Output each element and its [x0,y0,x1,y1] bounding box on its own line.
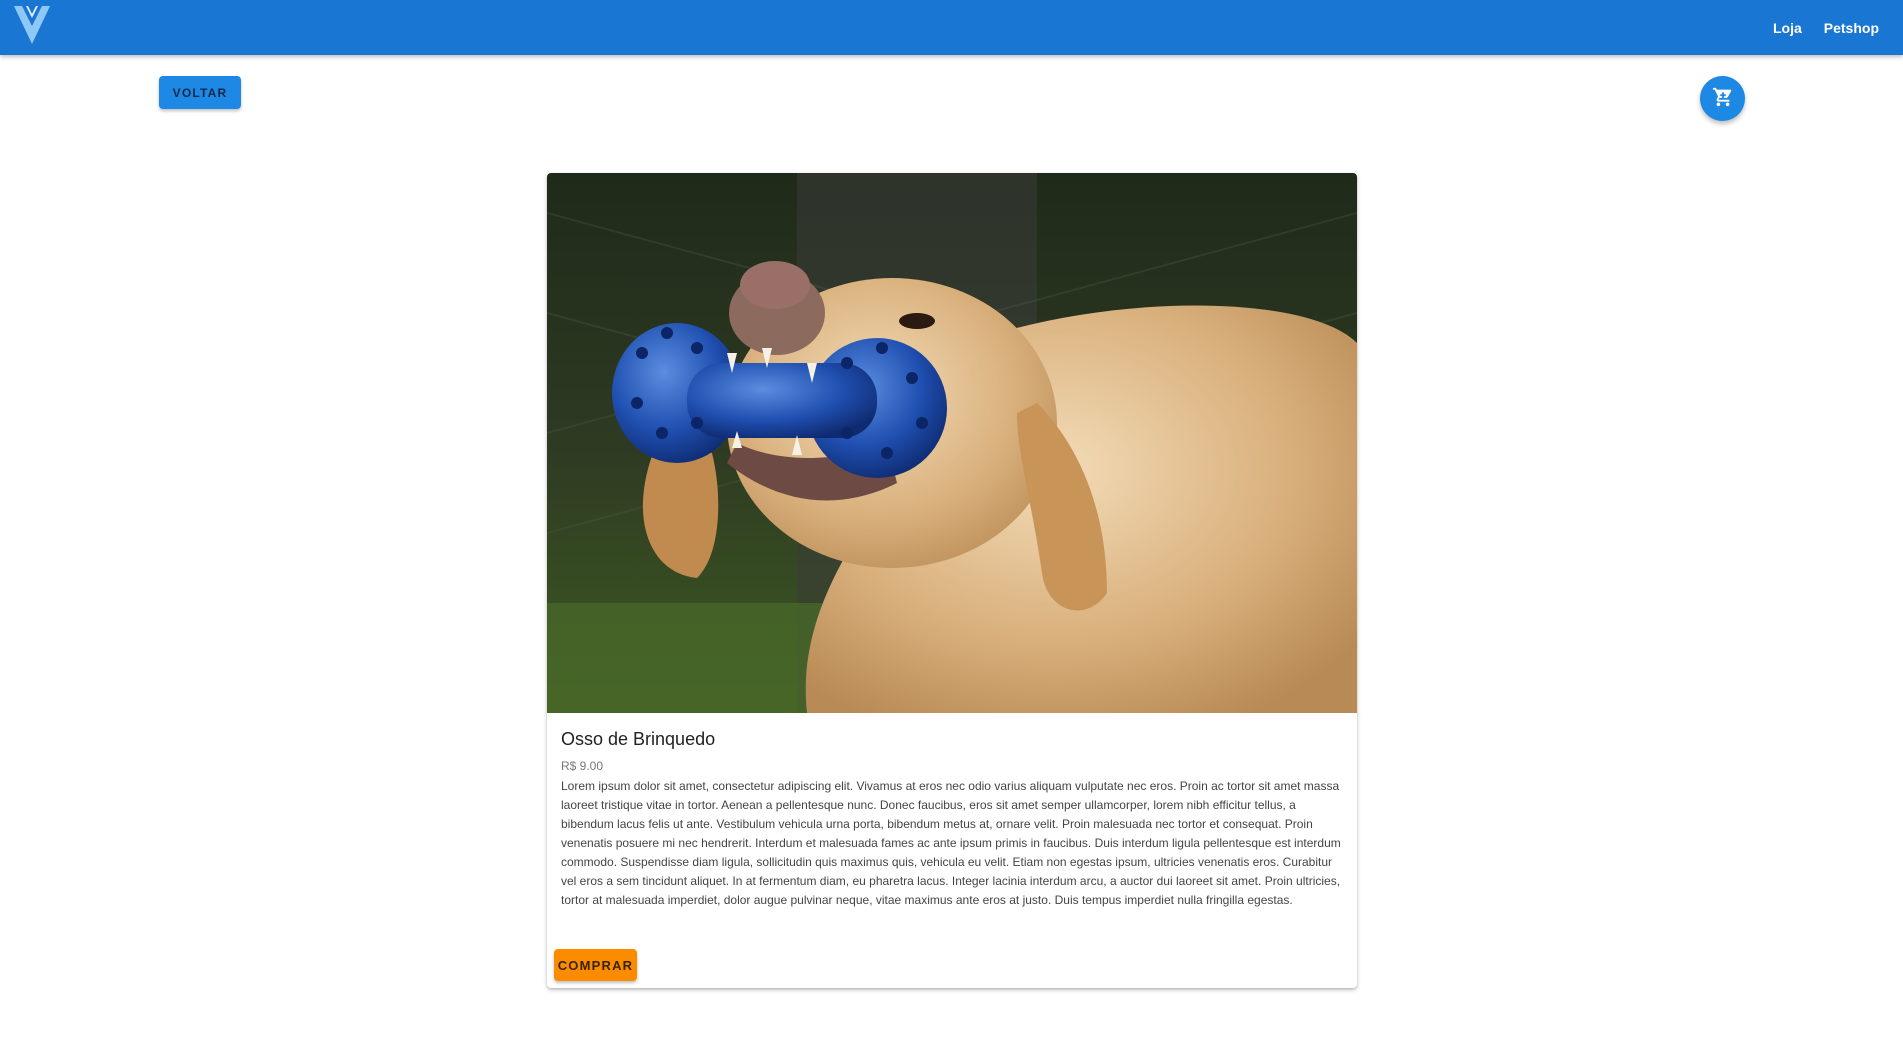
dog-with-toy-bone-photo [547,173,1357,713]
product-description: Lorem ipsum dolor sit amet, consectetur … [561,779,1341,907]
nav-link-petshop[interactable]: Petshop [1824,20,1879,36]
vue-logo-icon[interactable] [12,4,52,48]
product-card: Osso de Brinquedo R$ 9.00 Lorem ipsum do… [547,173,1357,988]
app-bar: Loja Petshop [0,0,1903,55]
cart-icon [1712,86,1734,111]
top-nav: Loja Petshop [1751,0,1879,55]
product-image [547,173,1357,713]
product-name: Osso de Brinquedo [561,729,716,749]
cart-button[interactable] [1700,76,1745,121]
product-price: R$ 9.00 [561,759,604,773]
buy-button[interactable]: COMPRAR [554,949,637,981]
back-button[interactable]: VOLTAR [159,76,241,109]
nav-link-loja[interactable]: Loja [1773,20,1802,36]
